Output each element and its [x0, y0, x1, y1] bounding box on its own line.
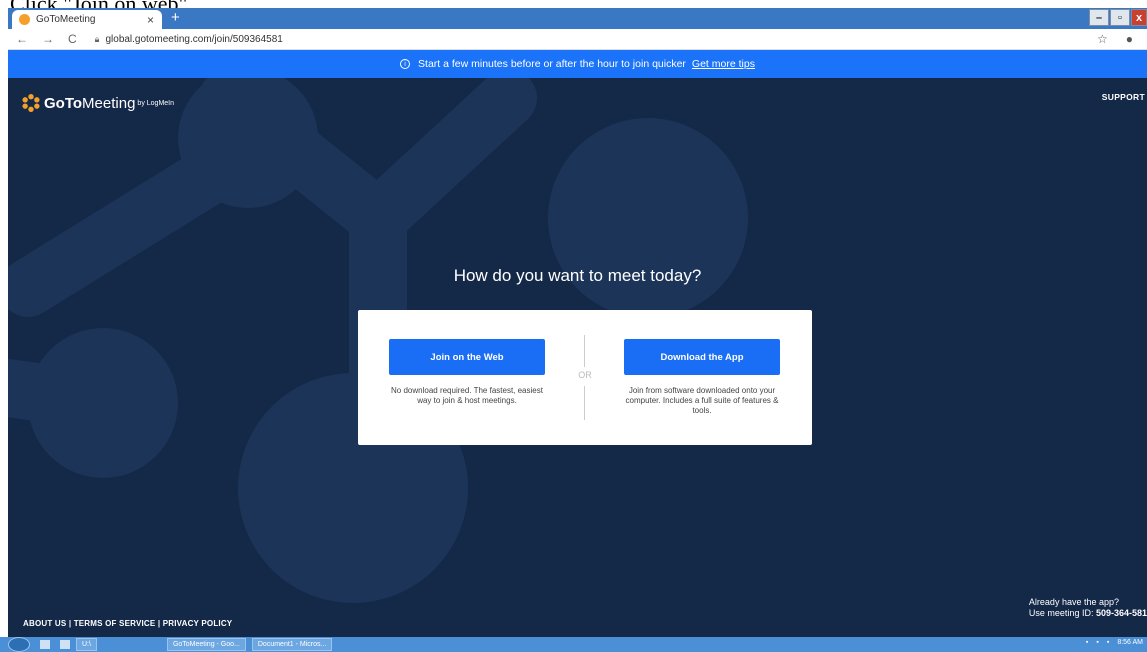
browser-tab[interactable]: GoToMeeting ×: [12, 10, 162, 29]
minimize-button[interactable]: –: [1089, 9, 1109, 26]
start-button[interactable]: [8, 637, 30, 652]
download-app-button[interactable]: Download the App: [624, 339, 780, 375]
logo-by-text: by LogMeIn: [137, 99, 175, 107]
support-link[interactable]: SUPPORT: [1102, 92, 1145, 102]
lock-icon[interactable]: 🔒︎: [95, 34, 100, 45]
about-us-link[interactable]: ABOUT US: [23, 619, 66, 628]
taskbar-item-word[interactable]: Document1 - Micros...: [251, 638, 333, 651]
already-have-app: Already have the app? Use meeting ID: 50…: [1029, 597, 1147, 619]
system-tray: ▪ ▪ ▪ 8:56 AM: [1086, 639, 1143, 646]
tab-close-icon[interactable]: ×: [147, 13, 154, 27]
privacy-policy-link[interactable]: PRIVACY POLICY: [163, 619, 233, 628]
profile-icon[interactable]: ●: [1126, 32, 1133, 46]
maximize-button[interactable]: ▫: [1110, 9, 1130, 26]
meeting-id: 509-364-581: [1095, 608, 1147, 618]
taskbar-item-drive[interactable]: U:\: [76, 638, 97, 651]
divider: [584, 335, 585, 367]
gotomeeting-logo[interactable]: GoTo Meeting by LogMeIn: [22, 94, 174, 112]
join-on-web-button[interactable]: Join on the Web: [389, 339, 545, 375]
address-bar: ← → C 🔒︎ global.gotomeeting.com/join/509…: [8, 29, 1147, 50]
main-area: GoTo Meeting by LogMeIn SUPPORT How do y…: [8, 78, 1147, 637]
join-options-card: Join on the Web No download required. Th…: [358, 310, 812, 445]
new-tab-button[interactable]: +: [171, 9, 180, 26]
page-title: How do you want to meet today?: [453, 266, 702, 285]
clock: 8:56 AM: [1117, 639, 1143, 646]
banner-text: Start a few minutes before or after the …: [418, 58, 686, 70]
tray-icon[interactable]: ▪: [1096, 639, 1098, 646]
window-controls: – ▫ x: [1089, 9, 1147, 26]
meeting-id-label: Use meeting ID:: [1028, 608, 1096, 618]
logo-goto-text: GoTo: [44, 94, 83, 112]
close-window-button[interactable]: x: [1131, 9, 1147, 26]
or-label: OR: [578, 370, 592, 380]
tab-title: GoToMeeting: [36, 14, 96, 25]
footer-links: ABOUT US | TERMS OF SERVICE | PRIVACY PO…: [23, 619, 232, 628]
logo-asterisk-icon: [22, 94, 40, 112]
url-field[interactable]: global.gotomeeting.com/join/509364581: [105, 34, 282, 45]
screen: Click "Join on web". GoToMeeting × + – ▫…: [0, 0, 1147, 652]
join-on-web-description: No download required. The fastest, easie…: [391, 386, 543, 405]
forward-arrow-icon[interactable]: →: [42, 32, 54, 46]
tips-banner: i Start a few minutes before or after th…: [8, 50, 1147, 78]
gotomeeting-favicon-icon: [19, 14, 30, 25]
already-have-app-text: Already have the app?: [1028, 597, 1119, 607]
quicklaunch-icon[interactable]: [60, 640, 70, 649]
logo-meeting-text: Meeting: [82, 94, 136, 112]
taskbar-item-chrome[interactable]: GoToMeeting - Goo...: [166, 638, 246, 651]
divider: [584, 386, 585, 420]
footer-separator: |: [66, 619, 74, 628]
browser-tab-strip: GoToMeeting × + – ▫ x: [8, 8, 1147, 29]
tray-icon[interactable]: ▪: [1086, 639, 1088, 646]
terms-of-service-link[interactable]: TERMS OF SERVICE: [74, 619, 156, 628]
download-app-description: Join from software downloaded onto your …: [625, 386, 779, 415]
bookmark-star-icon[interactable]: ☆: [1097, 32, 1108, 46]
get-more-tips-link[interactable]: Get more tips: [692, 58, 755, 70]
quicklaunch-icon[interactable]: [40, 640, 50, 649]
reload-icon[interactable]: C: [68, 32, 77, 46]
tray-icon[interactable]: ▪: [1107, 639, 1109, 646]
info-icon: i: [400, 59, 411, 69]
footer-separator: |: [155, 619, 163, 628]
back-arrow-icon[interactable]: ←: [16, 32, 28, 46]
windows-taskbar: U:\ GoToMeeting - Goo... Document1 - Mic…: [0, 637, 1147, 652]
